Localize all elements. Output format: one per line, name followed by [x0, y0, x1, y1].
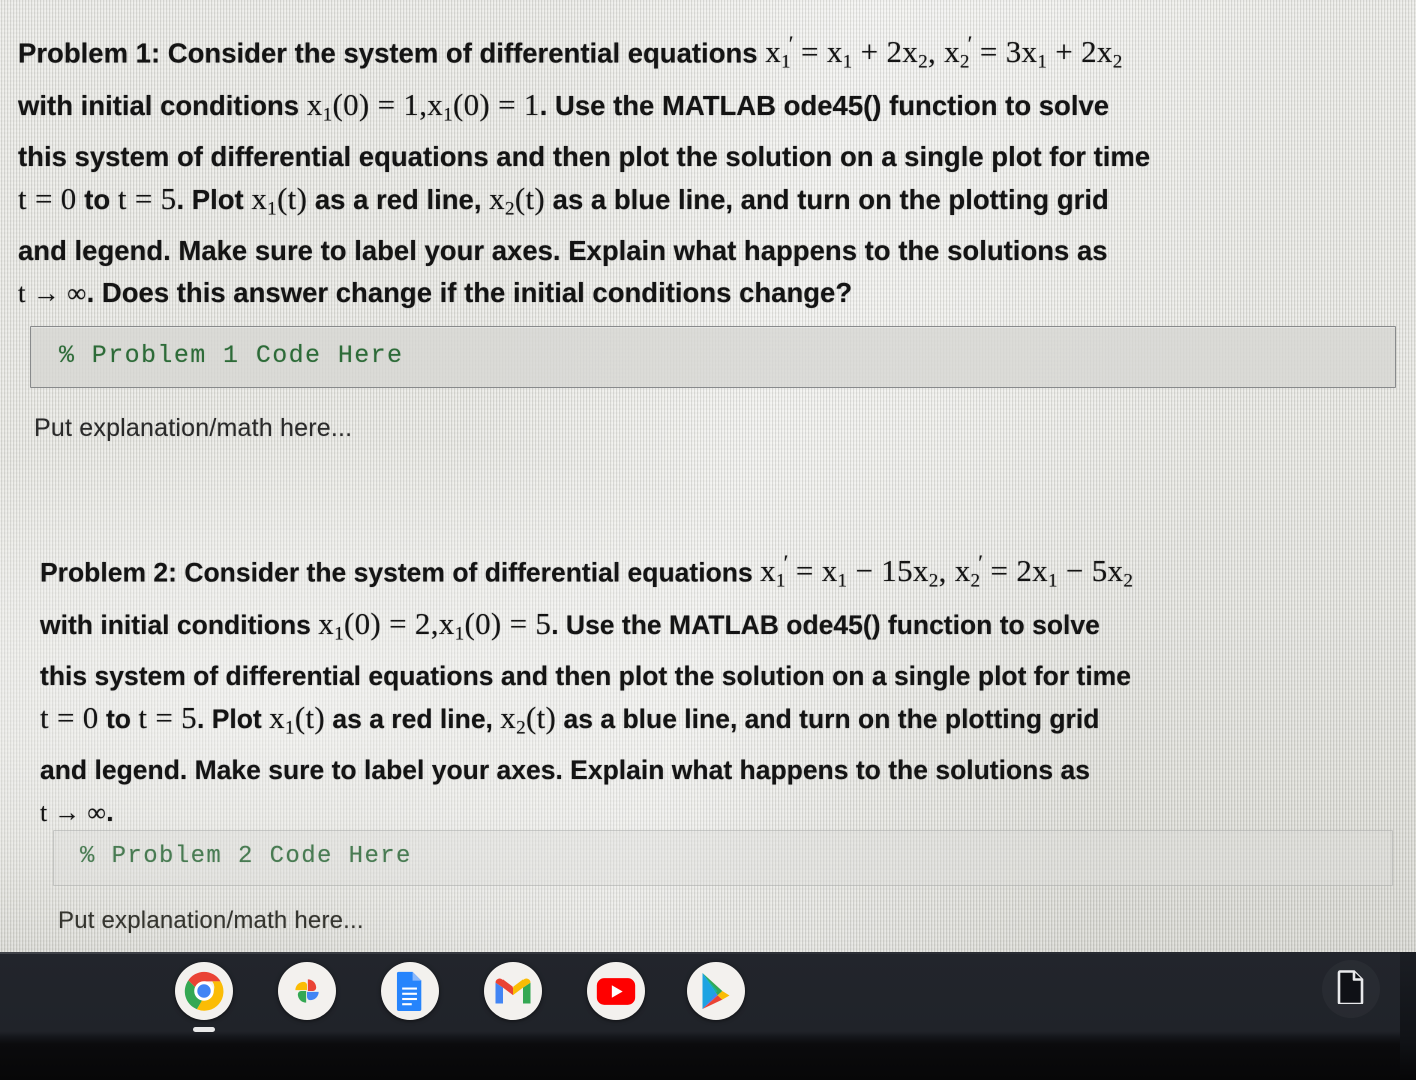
problem-1-t-end: t = 5: [117, 181, 177, 217]
google-docs-icon: [393, 971, 427, 1011]
problem-1-initial-condition-2: x1(0) = 1: [427, 86, 540, 126]
problem-2-equation-separator: ,: [938, 553, 955, 589]
problem-1-ic-suffix: . Use the MATLAB ode45() function to sol…: [539, 89, 1110, 121]
problem-2-blue-line-text: as a blue line, and turn on the plotting…: [556, 704, 1100, 735]
shelf-top-edge: [0, 952, 1416, 954]
problem-2-x1-of-t: x1(t): [269, 700, 325, 739]
problem-2-red-line-text: as a red line,: [325, 704, 501, 735]
problem-2-line-5: and legend. Make sure to label your axes…: [40, 755, 1090, 786]
problem-1-to-word: to: [76, 184, 118, 216]
problem-1-equation-2: x2′ = 3x1 + 2x2: [944, 32, 1123, 73]
problem-2-ic-suffix: . Use the MATLAB ode45() function to sol…: [551, 609, 1100, 640]
shelf-item-google-photos[interactable]: [278, 962, 336, 1020]
problem-1-equation-separator: ,: [927, 34, 945, 70]
problem-1-line-3: this system of differential equations an…: [18, 141, 1151, 173]
shelf-item-files[interactable]: [1322, 960, 1380, 1018]
problem-2-line-4: t = 0 to t = 5. Plot x1(t) as a red line…: [40, 697, 1416, 749]
problem-2-to-word: to: [98, 704, 139, 735]
problem-1-line-5: and legend. Make sure to label your axes…: [18, 235, 1108, 267]
shelf-right-edge: [1400, 952, 1416, 1080]
problem-1-plot-word: . Plot: [176, 184, 252, 216]
problem-1-blue-line-text: as a blue line, and turn on the plotting…: [545, 184, 1109, 216]
problem-2-line-1-text: Consider the system of differential equa…: [176, 557, 761, 588]
problem-1-x1-of-t: x1(t): [251, 181, 308, 220]
problem-1-line-6: t → ∞. Does this answer change if the in…: [18, 272, 1408, 314]
problem-2-equation-2: x2′ = 2x1 − 5x2: [954, 551, 1134, 592]
shelf-item-gmail[interactable]: [484, 962, 542, 1020]
problem-1-line-4: t = 0 to t = 5. Plot x1(t) as a red line…: [18, 178, 1408, 230]
problem-1-ic-prefix: with initial conditions: [18, 89, 307, 121]
problem-2-line-1: Problem 2: Consider the system of differ…: [40, 542, 1416, 603]
problem-2-x2-of-t: x2(t): [500, 700, 557, 739]
problem-2-t-start: t = 0: [40, 700, 99, 736]
problem-2-limit-period: .: [106, 797, 114, 828]
shelf-item-google-docs[interactable]: [381, 962, 439, 1020]
youtube-icon: [596, 977, 636, 1006]
problem-1-code-placeholder-text: % Problem 1 Code Here: [59, 341, 404, 370]
problem-1-block: Problem 1: Consider the system of differ…: [18, 23, 1408, 314]
shelf-item-youtube[interactable]: [587, 962, 645, 1020]
problem-2-code-placeholder-text: % Problem 2 Code Here: [80, 843, 412, 870]
problem-2-heading: Problem 2:: [40, 557, 177, 588]
problem-1-red-line-text: as a red line,: [307, 184, 490, 216]
shelf-item-play-store[interactable]: [687, 962, 745, 1020]
problem-2-line-6: t → ∞.: [40, 791, 1416, 834]
chrome-running-indicator: [193, 1027, 215, 1032]
problem-1-heading: Problem 1:: [18, 37, 161, 69]
problem-2-code-cell[interactable]: % Problem 2 Code Here: [53, 830, 1393, 886]
problem-1-t-start: t = 0: [18, 181, 77, 217]
problem-1-line-1-text: Consider the system of differential equa…: [160, 37, 766, 69]
problem-2-plot-word: . Plot: [196, 704, 270, 735]
problem-1-explanation-placeholder[interactable]: Put explanation/math here...: [34, 414, 352, 443]
problem-1-initial-condition-1: x1(0) = 1,: [306, 86, 428, 126]
files-icon: [1337, 969, 1365, 1009]
chrome-icon: [181, 968, 227, 1014]
problem-2-limit: t → ∞: [40, 798, 107, 828]
problem-1-x2-of-t: x2(t): [489, 181, 546, 220]
problem-1-limit-question: . Does this answer change if the initial…: [86, 277, 853, 309]
play-store-icon: [698, 971, 734, 1011]
problem-1-equation-1: x1′ = x1 + 2x2: [765, 32, 928, 73]
problem-1-limit: t → ∞: [18, 278, 87, 309]
problem-2-initial-condition-2: x1(0) = 5: [438, 605, 552, 645]
problem-2-line-2: with initial conditions x1(0) = 2,x1(0) …: [40, 603, 1416, 655]
gmail-icon: [493, 975, 533, 1007]
problem-2-t-end: t = 5: [138, 700, 197, 736]
google-photos-icon: [287, 971, 327, 1011]
problem-2-ic-prefix: with initial conditions: [40, 609, 319, 640]
problem-1-line-2: with initial conditions x1(0) = 1,x1(0) …: [18, 84, 1408, 136]
problem-2-line-3: this system of differential equations an…: [40, 661, 1131, 692]
problem-2-explanation-placeholder[interactable]: Put explanation/math here...: [58, 907, 364, 935]
problem-1-line-1: Problem 1: Consider the system of differ…: [18, 23, 1408, 84]
problem-2-equation-1: x1′ = x1 − 15x2: [760, 551, 939, 592]
problem-2-initial-condition-1: x1(0) = 2,: [318, 605, 439, 645]
problem-2-block: Problem 2: Consider the system of differ…: [40, 542, 1416, 834]
problem-1-code-cell[interactable]: % Problem 1 Code Here: [30, 326, 1396, 388]
shelf-item-chrome[interactable]: [175, 962, 233, 1020]
